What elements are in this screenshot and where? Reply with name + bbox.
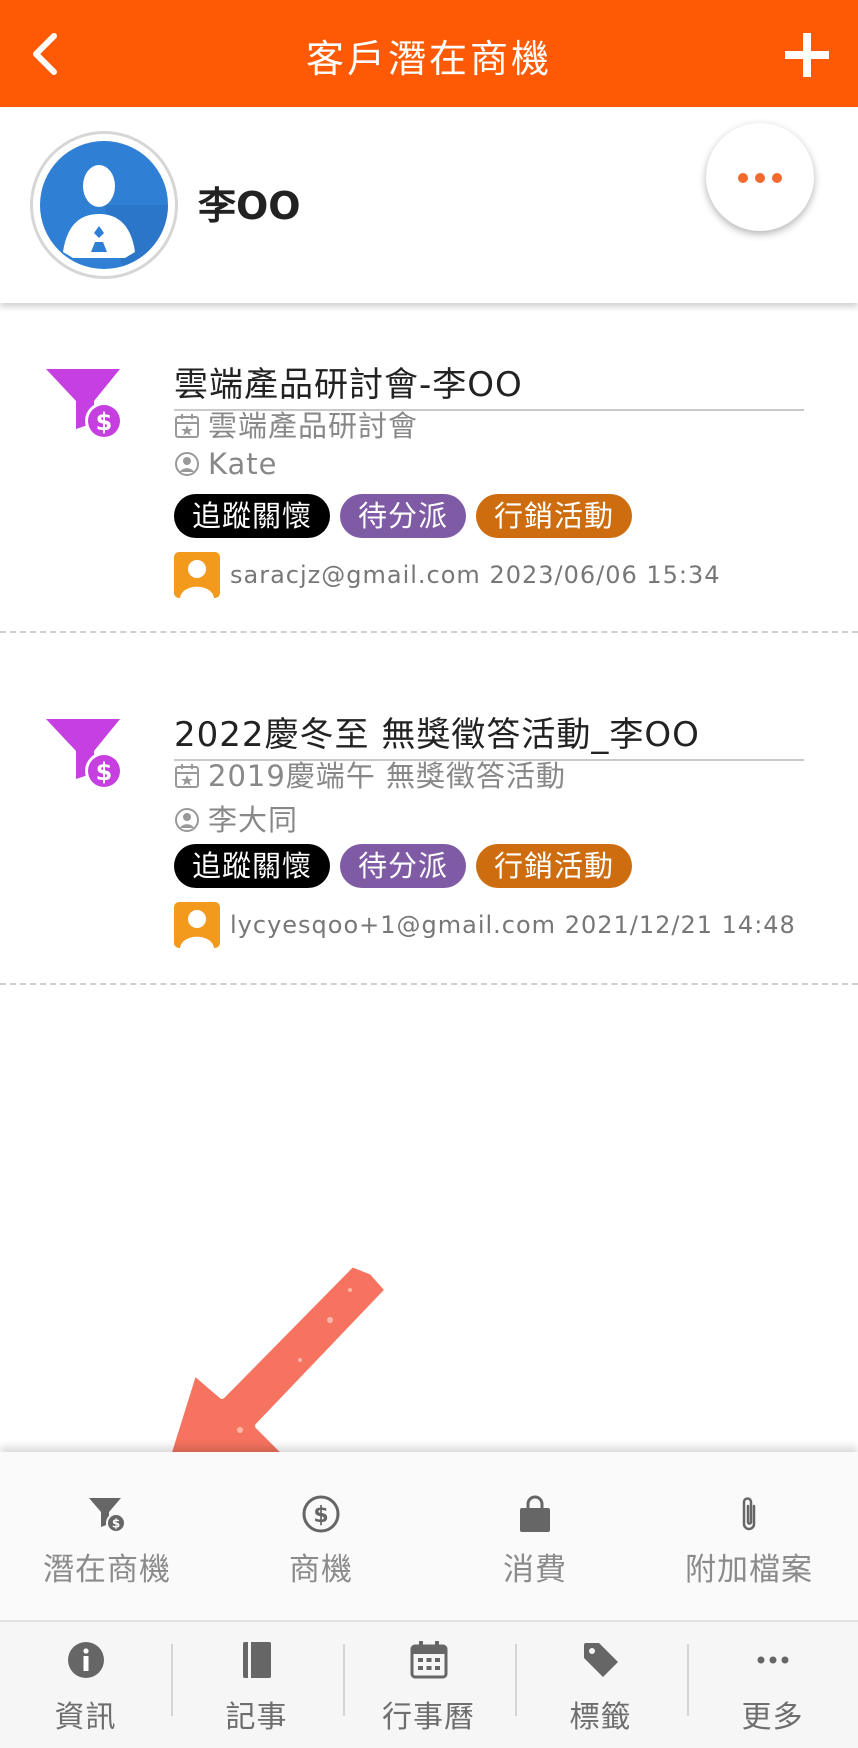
- sub-tab-bar: $ 潛在商機 $ 商機 消費 附加檔案: [0, 1452, 858, 1620]
- tag-list: 追蹤關懷 待分派 行銷活動: [174, 844, 633, 888]
- tab-leads[interactable]: $ 潛在商機: [0, 1452, 214, 1620]
- svg-text:$: $: [96, 408, 113, 436]
- campaign-name: 雲端產品研討會: [208, 409, 419, 443]
- tab-leads-label: 潛在商機: [43, 1552, 171, 1588]
- notebook-icon: [243, 1642, 271, 1678]
- more-dots-icon: [738, 173, 782, 183]
- funnel-dollar-icon: $: [89, 1498, 126, 1533]
- owner-row: 李大同: [174, 797, 298, 839]
- creator-meta: saracjz@gmail.com 2023/06/06 15:34: [174, 552, 721, 598]
- user-avatar-icon: [174, 552, 220, 598]
- more-dots-icon: [757, 1656, 789, 1664]
- more-actions-button[interactable]: [706, 123, 814, 231]
- person-avatar-icon: [40, 141, 168, 269]
- creator-email: lycyesqoo+1@gmail.com: [230, 911, 557, 939]
- nav-tags[interactable]: 標籤: [515, 1622, 686, 1748]
- campaign-row: 雲端產品研討會: [174, 403, 418, 445]
- dollar-circle-icon: $: [302, 1495, 340, 1533]
- tab-purchases[interactable]: 消費: [428, 1452, 642, 1620]
- svg-text:$: $: [96, 758, 113, 786]
- page-title: 客戶潛在商機: [305, 37, 552, 81]
- nav-calendar-label: 行事曆: [382, 1700, 475, 1735]
- nav-tags-label: 標籤: [569, 1700, 632, 1735]
- creator-meta: lycyesqoo+1@gmail.com 2021/12/21 14:48: [174, 902, 796, 948]
- app-header: 客戶潛在商機: [0, 0, 858, 107]
- creator-email: saracjz@gmail.com: [230, 561, 481, 589]
- nav-more[interactable]: 更多: [687, 1622, 858, 1748]
- avatar: [30, 131, 178, 279]
- owner-name: Kate: [208, 447, 278, 481]
- customer-name: 李OO: [198, 184, 301, 228]
- nav-info[interactable]: 資訊: [0, 1622, 171, 1748]
- svg-text:$: $: [313, 1503, 328, 1528]
- shopping-bag-icon: [520, 1495, 550, 1532]
- tab-opportunities-label: 商機: [289, 1552, 353, 1588]
- timestamp: 2021/12/21 14:48: [564, 911, 796, 939]
- status-badge: 追蹤關懷: [174, 844, 331, 888]
- list-item[interactable]: $ 雲端產品研討會-李OO 雲端產品研討會 Kate 追蹤關懷 待分派 行銷活動…: [0, 303, 858, 633]
- tab-attachments[interactable]: 附加檔案: [642, 1452, 856, 1620]
- timestamp: 2023/06/06 15:34: [489, 561, 721, 589]
- funnel-dollar-icon: $: [46, 719, 123, 790]
- tag-icon: [584, 1643, 618, 1677]
- campaign-row: 2019慶端午 無獎徵答活動: [174, 753, 566, 795]
- nav-notes-label: 記事: [225, 1700, 288, 1735]
- funnel-dollar-icon: $: [46, 369, 123, 440]
- tab-opportunities[interactable]: $ 商機: [214, 1452, 428, 1620]
- user-avatar-icon: [174, 902, 220, 948]
- customer-header: 李OO: [0, 107, 858, 303]
- status-badge: 追蹤關懷: [174, 494, 331, 538]
- add-icon[interactable]: [782, 30, 832, 80]
- tag-list: 追蹤關懷 待分派 行銷活動: [174, 494, 633, 538]
- status-badge: 待分派: [340, 844, 467, 888]
- user-circle-icon: [175, 808, 199, 832]
- calendar-icon: [410, 1641, 448, 1679]
- list-item[interactable]: $ 2022慶冬至 無獎徵答活動_李OO 2019慶端午 無獎徵答活動 李大同 …: [0, 633, 858, 985]
- calendar-star-icon: [175, 414, 199, 438]
- tab-purchases-label: 消費: [503, 1552, 567, 1588]
- svg-text:$: $: [112, 1517, 120, 1531]
- user-circle-icon: [175, 452, 199, 476]
- tab-attachments-label: 附加檔案: [685, 1552, 813, 1588]
- nav-info-label: 資訊: [54, 1700, 117, 1735]
- owner-name: 李大同: [208, 803, 299, 837]
- nav-calendar[interactable]: 行事曆: [343, 1622, 514, 1748]
- info-icon: [68, 1642, 104, 1678]
- paperclip-icon: [742, 1497, 756, 1531]
- calendar-star-icon: [175, 764, 199, 788]
- status-badge: 行銷活動: [476, 844, 633, 888]
- nav-notes[interactable]: 記事: [171, 1622, 342, 1748]
- campaign-name: 2019慶端午 無獎徵答活動: [208, 759, 567, 793]
- status-badge: 行銷活動: [476, 494, 633, 538]
- bottom-nav: 資訊 記事 行事曆 標籤 更多: [0, 1620, 858, 1748]
- nav-more-label: 更多: [741, 1700, 804, 1735]
- owner-row: Kate: [174, 447, 278, 481]
- status-badge: 待分派: [340, 494, 467, 538]
